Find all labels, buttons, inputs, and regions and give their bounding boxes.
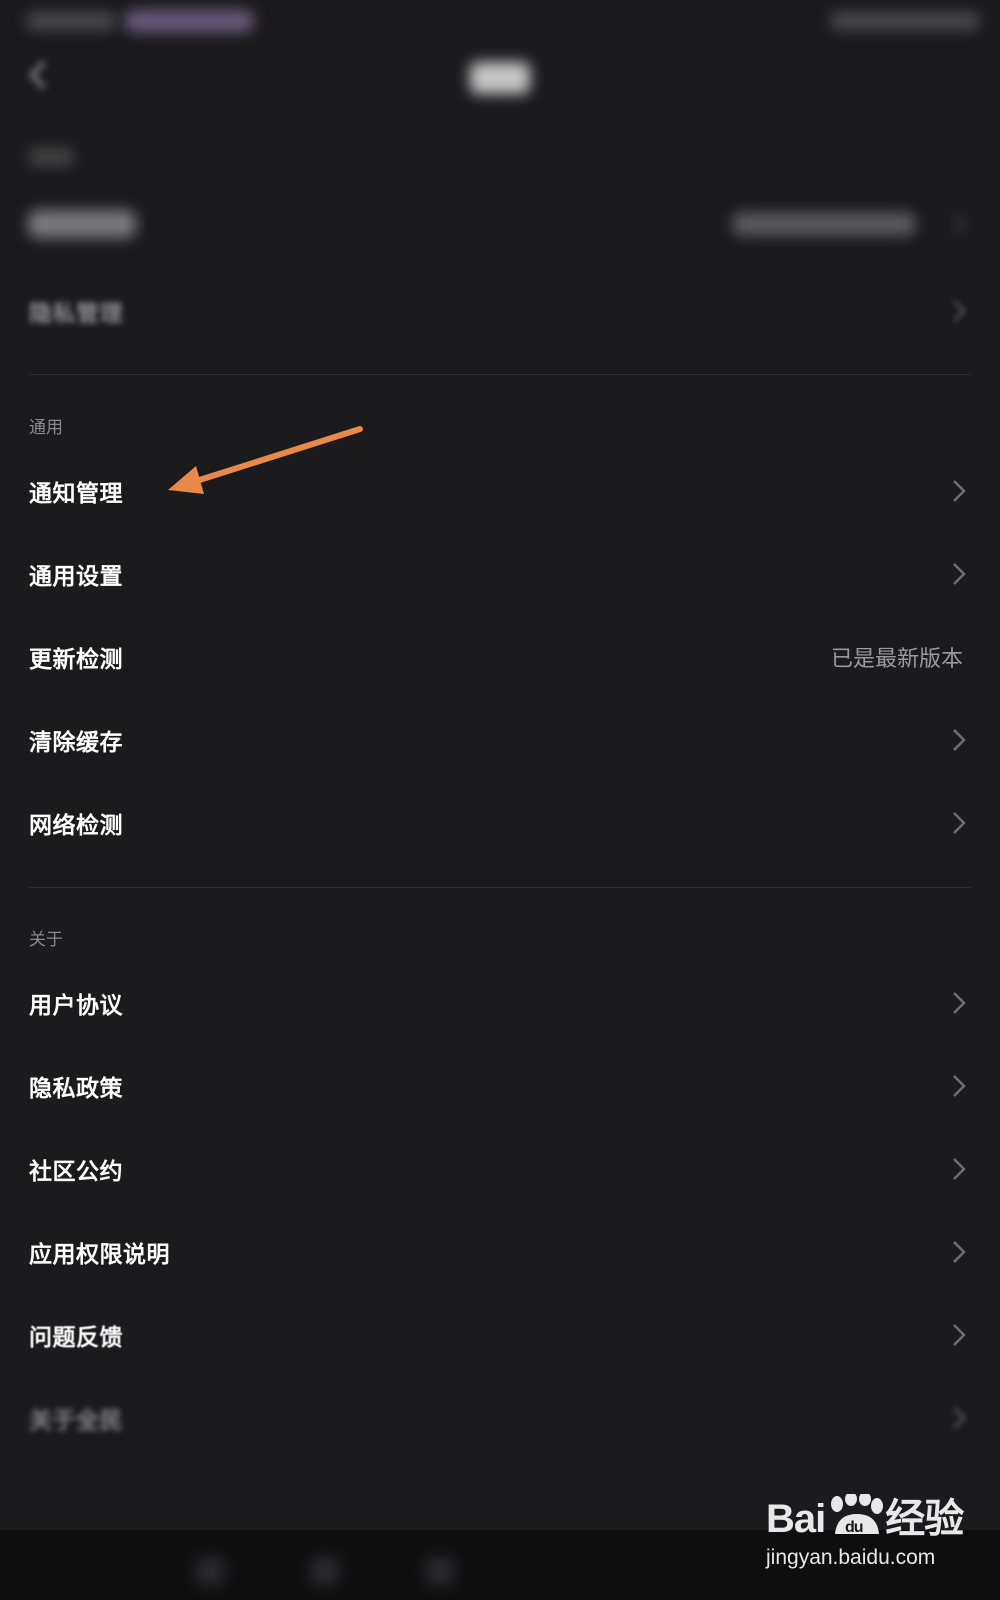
- section-header-about: 关于: [29, 930, 63, 950]
- row-label-blurred: [28, 210, 136, 238]
- settings-row-update-check[interactable]: 更新检测 已是最新版本: [0, 615, 1000, 698]
- settings-row-feedback[interactable]: 问题反馈: [0, 1293, 1000, 1376]
- status-bar-left-blur: [26, 12, 116, 30]
- row-label: 应用权限说明: [29, 1241, 170, 1268]
- settings-row-network-check[interactable]: 网络检测: [0, 781, 1000, 864]
- watermark-logo-suffix: 经验: [885, 1497, 964, 1541]
- nav-button-blur: [195, 1556, 225, 1586]
- chevron-right-icon: [953, 991, 966, 1014]
- chevron-right-icon: [953, 479, 966, 502]
- row-value-blurred: [732, 212, 916, 236]
- settings-row-community-guidelines[interactable]: 社区公约: [0, 1127, 1000, 1210]
- settings-row-about-app[interactable]: 关于全民: [0, 1376, 1000, 1459]
- settings-row-blurred[interactable]: [0, 182, 1000, 265]
- row-label: 关于全民: [29, 1407, 123, 1434]
- chevron-right-icon: [953, 1074, 966, 1097]
- paw-icon: du: [831, 1492, 884, 1536]
- chevron-right-icon: [953, 1406, 966, 1429]
- section-header-account: [29, 148, 73, 166]
- section-divider: [29, 374, 971, 375]
- update-status-value: 已是最新版本: [830, 646, 963, 672]
- nav-bar: [0, 44, 1000, 116]
- chevron-right-icon: [953, 811, 966, 834]
- chevron-right-icon: [953, 1240, 966, 1263]
- settings-row-app-permissions[interactable]: 应用权限说明: [0, 1210, 1000, 1293]
- page-title: [470, 62, 530, 94]
- status-bar: [0, 0, 1000, 44]
- row-label: 隐私管理: [29, 300, 123, 327]
- row-label: 通用设置: [29, 563, 123, 590]
- watermark-logo-prefix: Bai: [766, 1497, 826, 1541]
- row-label: 用户协议: [29, 992, 123, 1019]
- svg-text:du: du: [845, 1519, 863, 1536]
- nav-button-blur: [425, 1556, 455, 1586]
- status-bar-app-icons: [124, 10, 254, 32]
- nav-button-blur: [310, 1556, 340, 1586]
- chevron-right-icon: [953, 1323, 966, 1346]
- chevron-right-icon: [953, 562, 966, 585]
- row-label: 隐私政策: [29, 1075, 123, 1102]
- settings-row-general-settings[interactable]: 通用设置: [0, 532, 1000, 615]
- row-label: 通知管理: [29, 480, 123, 507]
- chevron-right-icon: [953, 1157, 966, 1180]
- settings-row-privacy-policy[interactable]: 隐私政策: [0, 1044, 1000, 1127]
- settings-row-privacy-management[interactable]: 隐私管理: [0, 269, 1000, 352]
- row-label: 网络检测: [29, 812, 123, 839]
- section-header-general: 通用: [29, 418, 63, 438]
- watermark-logo: Bai du 经验: [766, 1486, 964, 1544]
- settings-row-notification-management[interactable]: 通知管理: [0, 449, 1000, 532]
- chevron-right-icon: [953, 728, 966, 751]
- back-arrow-icon[interactable]: [22, 58, 56, 92]
- row-label: 社区公约: [29, 1158, 123, 1185]
- section-divider: [29, 887, 971, 888]
- row-label: 更新检测: [29, 646, 123, 673]
- settings-row-user-agreement[interactable]: 用户协议: [0, 961, 1000, 1044]
- row-label: 问题反馈: [29, 1324, 123, 1351]
- chevron-right-icon: [953, 299, 966, 322]
- watermark-url: jingyan.baidu.com: [766, 1546, 936, 1569]
- settings-row-clear-cache[interactable]: 清除缓存: [0, 698, 1000, 781]
- chevron-right-icon: [953, 212, 966, 235]
- row-label: 清除缓存: [29, 729, 123, 756]
- status-bar-right-blur: [830, 12, 980, 30]
- baidu-jingyan-watermark: Bai du 经验 jingyan.baidu.com: [766, 1486, 986, 1586]
